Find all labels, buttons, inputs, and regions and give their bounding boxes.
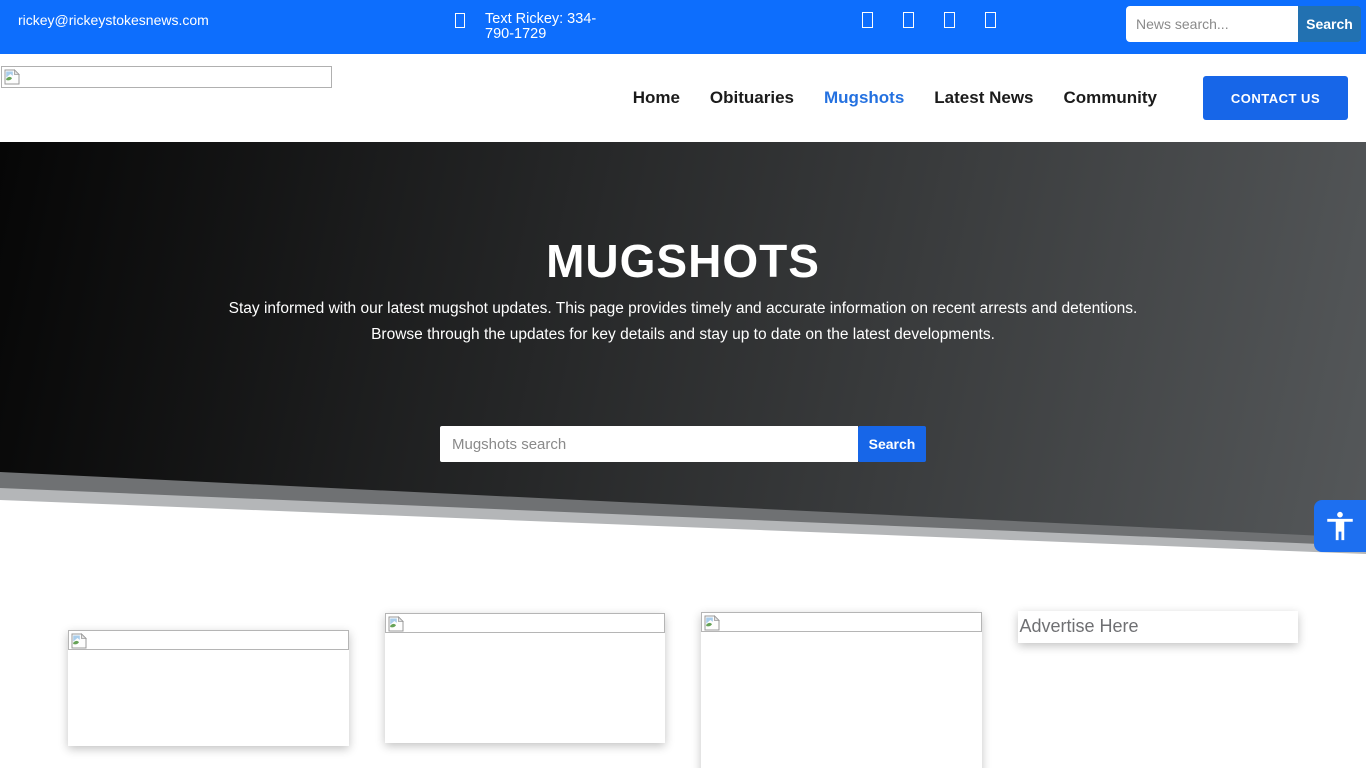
nav-item-obituaries[interactable]: Obituaries [710, 88, 794, 108]
accessibility-person-icon [1323, 509, 1357, 543]
mugshots-search-button[interactable]: Search [858, 426, 926, 462]
phone-icon [455, 13, 465, 28]
mugshots-search-input[interactable] [440, 426, 858, 462]
news-search-input[interactable] [1126, 6, 1298, 42]
phone-label: Text Rickey: 334-790-1729 [485, 12, 625, 42]
mugshot-card[interactable] [385, 613, 666, 743]
hero-subtitle: Stay informed with our latest mugshot up… [0, 296, 1366, 348]
hero-section: MUGSHOTS Stay informed with our latest m… [0, 142, 1366, 556]
email-link[interactable]: rickey@rickeystokesnews.com [18, 12, 209, 28]
social-icon[interactable] [903, 12, 914, 28]
news-search-form: Search [1126, 6, 1361, 42]
advertise-here-box[interactable]: Advertise Here [1018, 611, 1299, 643]
social-links [862, 12, 996, 28]
top-bar: rickey@rickeystokesnews.com Text Rickey:… [0, 0, 1366, 54]
nav-item-mugshots[interactable]: Mugshots [824, 88, 904, 108]
broken-image [68, 630, 349, 650]
hero-subtitle-line-1: Stay informed with our latest mugshot up… [0, 296, 1366, 322]
accessibility-widget-button[interactable] [1314, 500, 1366, 552]
mugshot-card[interactable] [68, 630, 349, 746]
mugshot-card[interactable] [701, 612, 982, 768]
site-header: Home Obituaries Mugshots Latest News Com… [0, 54, 1366, 142]
hero-content: MUGSHOTS Stay informed with our latest m… [0, 142, 1366, 462]
site-logo-broken-image[interactable] [1, 66, 332, 88]
news-search-button[interactable]: Search [1298, 6, 1361, 42]
mugshots-search-form: Search [440, 426, 926, 462]
hero-subtitle-line-2: Browse through the updates for key detai… [0, 322, 1366, 348]
contact-us-button[interactable]: CONTACT US [1203, 76, 1348, 120]
broken-image [701, 612, 982, 632]
advertise-here-label: Advertise Here [1020, 616, 1139, 636]
page-title: MUGSHOTS [0, 238, 1366, 284]
nav-item-home[interactable]: Home [633, 88, 680, 108]
mugshot-cards-row: Advertise Here [68, 611, 1298, 768]
broken-image-icon [704, 615, 720, 631]
nav-item-latest-news[interactable]: Latest News [934, 88, 1033, 108]
broken-image-icon [71, 633, 87, 649]
broken-image [385, 613, 666, 633]
phone-contact[interactable]: Text Rickey: 334-790-1729 [455, 12, 625, 42]
broken-image-icon [4, 69, 20, 85]
broken-image-icon [388, 616, 404, 632]
social-icon[interactable] [944, 12, 955, 28]
nav-item-community[interactable]: Community [1064, 88, 1158, 108]
social-icon[interactable] [985, 12, 996, 28]
social-icon[interactable] [862, 12, 873, 28]
main-nav: Home Obituaries Mugshots Latest News Com… [633, 88, 1157, 108]
